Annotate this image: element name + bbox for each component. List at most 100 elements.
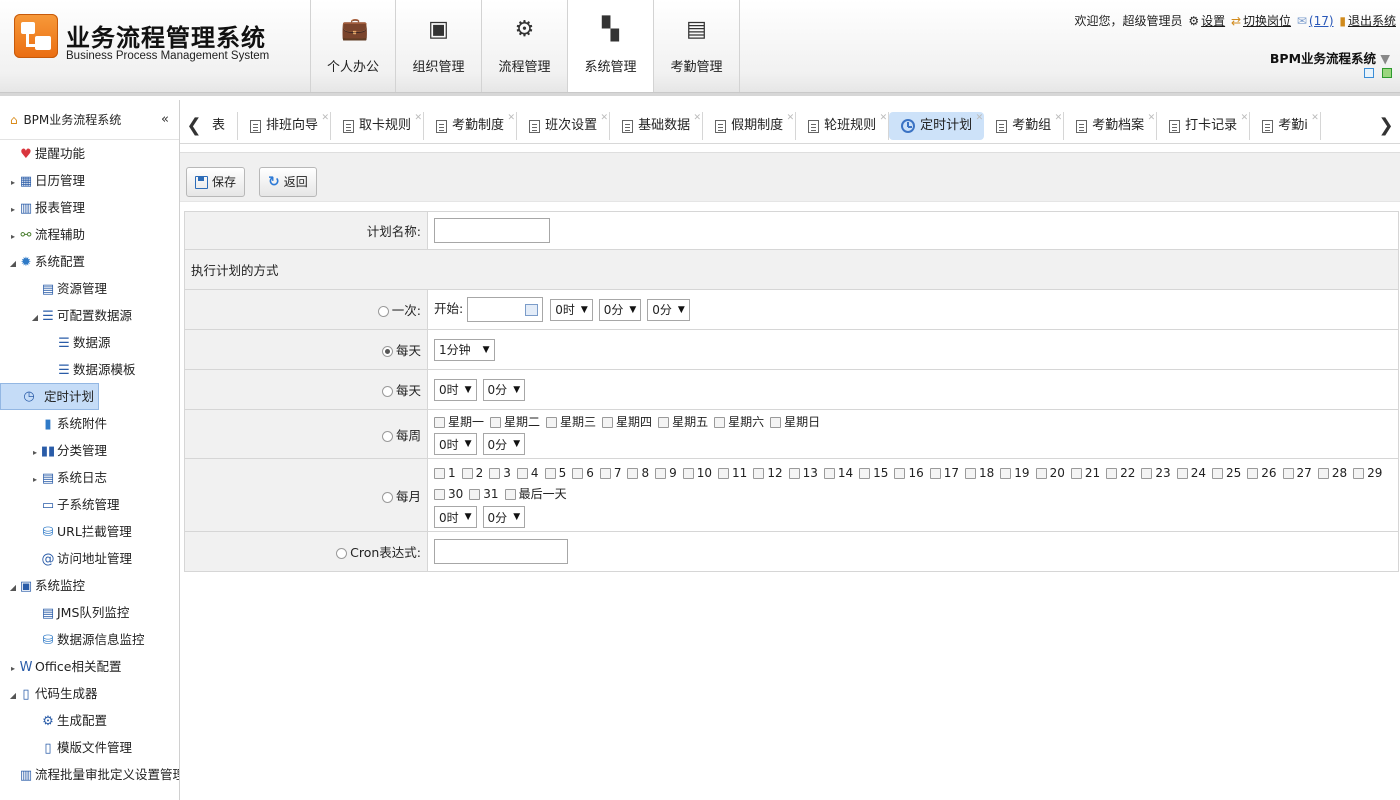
daily-interval-select[interactable]: 1分钟 ▼ (434, 338, 495, 361)
month-day-checkbox[interactable] (1247, 468, 1259, 479)
tab-holiday-policy[interactable]: 假期制度 ✕ (703, 112, 797, 140)
month-day-checkbox[interactable] (1353, 468, 1365, 479)
month-day-checkbox-item[interactable]: 24 (1176, 464, 1206, 482)
close-tab-icon[interactable]: ✕ (508, 112, 516, 132)
month-day-checkbox-item[interactable]: 8 (627, 464, 649, 482)
month-day-checkbox[interactable] (1141, 468, 1153, 479)
sidebar-item-system-monitor[interactable]: ◢ ▣ 系统监控 (0, 572, 179, 599)
weekday-checkbox-item[interactable]: 星期三 (546, 413, 596, 431)
sidebar-item-jms-monitor[interactable]: ▤ JMS队列监控 (0, 599, 179, 626)
mail-count-link[interactable]: (17) (1309, 14, 1334, 28)
plan-name-input[interactable] (434, 218, 550, 243)
month-day-checkbox-item[interactable]: 17 (929, 464, 959, 482)
back-button[interactable]: ↻ 返回 (259, 167, 317, 197)
sidebar-item-datasource-monitor[interactable]: ⛁ 数据源信息监控 (0, 626, 179, 653)
close-tab-icon[interactable]: ✕ (1055, 112, 1063, 132)
sidebar-item-datasource[interactable]: ☰ 数据源 (0, 329, 179, 356)
weekly-minute-select[interactable]: 0分 ▼ (482, 433, 526, 455)
expand-toggle-icon[interactable]: ▸ (30, 466, 40, 493)
weekday-checkbox-item[interactable]: 星期六 (714, 413, 764, 431)
month-day-checkbox-item[interactable]: 最后一天 (504, 485, 567, 503)
sidebar-item-system-log[interactable]: ▸ ▤ 系统日志 (0, 464, 179, 491)
month-day-checkbox[interactable] (894, 468, 906, 479)
weekday-checkbox-item[interactable]: 星期五 (658, 413, 708, 431)
close-tab-icon[interactable]: ✕ (415, 112, 423, 132)
nav-item-1[interactable]: ▣ 组织管理 (396, 0, 482, 92)
month-day-checkbox[interactable] (1211, 468, 1223, 479)
month-day-checkbox[interactable] (599, 468, 611, 479)
close-tab-icon[interactable]: ✕ (1241, 112, 1249, 132)
tab-scheduled-plan[interactable]: 定时计划 ✕ (889, 112, 985, 140)
month-day-checkbox[interactable] (965, 468, 977, 479)
month-day-checkbox-item[interactable]: 3 (489, 464, 511, 482)
month-day-checkbox-item[interactable]: 18 (965, 464, 994, 482)
weekday-checkbox[interactable] (546, 417, 558, 428)
save-button[interactable]: 保存 (186, 167, 246, 197)
month-day-checkbox[interactable] (682, 468, 694, 479)
month-day-checkbox-item[interactable]: 10 (682, 464, 712, 482)
sidebar-item-reports[interactable]: ▸ ▥ 报表管理 (0, 194, 179, 221)
expand-toggle-icon[interactable]: ▸ (30, 439, 40, 466)
expand-toggle-icon[interactable]: ◢ (8, 574, 18, 601)
sidebar-item-resources[interactable]: ▤ 资源管理 (0, 275, 179, 302)
weekday-checkbox-item[interactable]: 星期一 (434, 413, 484, 431)
close-tab-icon[interactable]: ✕ (976, 112, 984, 132)
tab-shift-wizard[interactable]: 排班向导 ✕ (238, 112, 332, 140)
expand-toggle-icon[interactable]: ◢ (30, 304, 40, 331)
month-day-checkbox-item[interactable]: 21 (1070, 464, 1100, 482)
month-day-checkbox-item[interactable]: 29 (1353, 464, 1382, 482)
month-day-checkbox[interactable] (823, 468, 835, 479)
month-day-checkbox[interactable] (434, 489, 445, 500)
weekday-checkbox-item[interactable]: 星期二 (490, 413, 540, 431)
month-day-checkbox-item[interactable]: 25 (1211, 464, 1241, 482)
mail-icon[interactable]: ✉ (1297, 14, 1307, 28)
month-day-checkbox[interactable] (572, 468, 584, 479)
month-day-checkbox-item[interactable]: 31 (469, 485, 499, 503)
month-day-checkbox-item[interactable]: 28 (1317, 464, 1347, 482)
month-day-checkbox[interactable] (504, 489, 516, 500)
month-day-checkbox[interactable] (461, 468, 473, 479)
month-day-checkbox[interactable] (753, 468, 765, 479)
close-tab-icon[interactable]: ✕ (694, 112, 702, 132)
sidebar-item-subsystems[interactable]: ▭ 子系统管理 (0, 491, 179, 518)
system-switch-dropdown[interactable]: BPM业务流程系统 ▼ (1270, 48, 1390, 67)
monthly-radio[interactable] (381, 491, 393, 503)
weekday-checkbox[interactable] (714, 417, 726, 428)
sidebar-item-access-address[interactable]: @ 访问地址管理 (0, 545, 179, 572)
monthly-hour-select[interactable]: 0时 ▼ (434, 506, 477, 528)
sidebar-item-url-intercept[interactable]: ⛁ URL拦截管理 (0, 518, 179, 545)
month-day-checkbox-item[interactable]: 20 (1035, 464, 1065, 482)
month-day-checkbox-item[interactable]: 6 (572, 464, 594, 482)
expand-toggle-icon[interactable]: ▸ (8, 655, 18, 682)
month-day-checkbox[interactable] (1106, 468, 1118, 479)
sidebar-item-datasource-template[interactable]: ☰ 数据源模板 (0, 356, 179, 383)
month-day-checkbox-item[interactable]: 27 (1282, 464, 1312, 482)
tab-card-rules[interactable]: 取卡规则 ✕ (331, 112, 425, 140)
month-day-checkbox[interactable] (544, 468, 556, 479)
once-minute-select[interactable]: 0分 ▼ (598, 298, 642, 321)
expand-toggle-icon[interactable]: ◢ (8, 250, 18, 277)
month-day-checkbox[interactable] (1317, 468, 1329, 479)
settings-link[interactable]: 设置 (1201, 14, 1225, 28)
sidebar-item-template-files[interactable]: ▯ 模版文件管理 (0, 734, 179, 761)
month-day-checkbox[interactable] (1282, 468, 1294, 479)
month-day-checkbox-item[interactable]: 7 (599, 464, 621, 482)
sidebar-item-categories[interactable]: ▸ ▮▮ 分类管理 (0, 437, 179, 464)
tab-attendance-more[interactable]: 考勤i ✕ (1250, 112, 1321, 140)
expand-toggle-icon[interactable]: ◢ (8, 682, 18, 709)
once-hour-select[interactable]: 0时 ▼ (550, 298, 593, 321)
month-day-checkbox[interactable] (718, 468, 730, 479)
sidebar-item-code-generator[interactable]: ◢ ▯ 代码生成器 (0, 680, 179, 707)
month-day-checkbox[interactable] (1000, 468, 1012, 479)
close-tab-icon[interactable]: ✕ (787, 112, 795, 132)
month-day-checkbox[interactable] (489, 468, 501, 479)
sidebar-item-batch-approval[interactable]: ▥ 流程批量审批定义设置管理 (0, 761, 179, 788)
monthly-minute-select[interactable]: 0分 ▼ (482, 506, 526, 528)
month-day-checkbox-item[interactable]: 13 (788, 464, 818, 482)
month-day-checkbox[interactable] (627, 468, 639, 479)
weekday-checkbox-item[interactable]: 星期日 (770, 413, 820, 431)
month-day-checkbox-item[interactable]: 23 (1141, 464, 1171, 482)
daily-hour-select[interactable]: 0时 ▼ (434, 378, 477, 401)
once-second-select[interactable]: 0分 ▼ (647, 298, 690, 321)
weekly-radio[interactable] (381, 430, 393, 442)
